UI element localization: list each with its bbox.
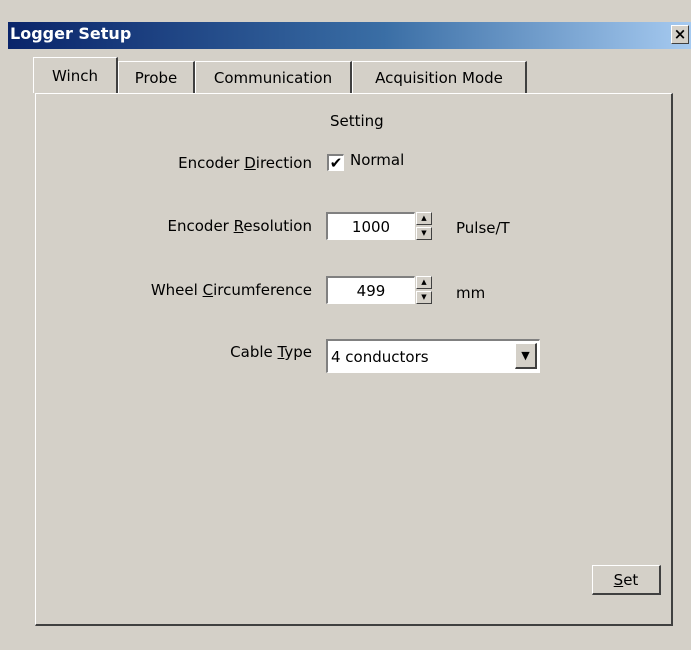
- label-text: Cable: [230, 343, 278, 361]
- encoder-direction-label: Encoder Direction: [100, 154, 312, 172]
- tab-label: Winch: [52, 66, 98, 85]
- accelerator-key: D: [244, 154, 256, 172]
- wheel-circumference-label: Wheel Circumference: [60, 281, 312, 299]
- label-text: irection: [255, 154, 312, 172]
- window-title: Logger Setup: [10, 24, 132, 43]
- wheel-circumference-unit: mm: [456, 284, 486, 302]
- set-button[interactable]: Set: [592, 565, 661, 595]
- section-title: Setting: [330, 112, 384, 130]
- cable-type-label: Cable Type: [100, 343, 312, 361]
- chevron-down-icon: ▼: [521, 349, 530, 362]
- tab-label: Probe: [134, 68, 178, 87]
- tab-winch[interactable]: Winch: [33, 57, 118, 93]
- dropdown-button[interactable]: ▼: [515, 343, 537, 369]
- label-text: Encoder: [167, 217, 234, 235]
- spin-down-icon: ▼: [421, 229, 427, 237]
- cable-type-select[interactable]: 4 conductors ▼: [326, 339, 540, 373]
- tab-probe[interactable]: Probe: [118, 61, 195, 93]
- tab-acquisition-mode[interactable]: Acquisition Mode: [352, 61, 527, 93]
- encoder-resolution-spin-up[interactable]: ▲: [416, 212, 432, 225]
- input-value: 1000: [351, 217, 391, 236]
- label-text: ircumference: [213, 281, 312, 299]
- label-text: ype: [284, 343, 312, 361]
- accelerator-key: S: [613, 570, 624, 589]
- label-text: Wheel: [150, 281, 203, 299]
- tab-communication[interactable]: Communication: [195, 61, 352, 93]
- tab-label: Acquisition Mode: [375, 68, 503, 87]
- close-icon: ×: [673, 25, 687, 43]
- input-value: 499: [356, 281, 386, 300]
- spin-up-icon: ▲: [421, 278, 427, 286]
- close-button[interactable]: ×: [671, 25, 689, 44]
- accelerator-key: C: [202, 281, 214, 299]
- wheel-circumference-spin-up[interactable]: ▲: [416, 276, 432, 289]
- button-label: et: [623, 570, 639, 589]
- wheel-circumference-spin-down[interactable]: ▼: [416, 291, 432, 304]
- spin-up-icon: ▲: [421, 214, 427, 222]
- checkmark-icon: ✔: [329, 153, 343, 172]
- label-text: Encoder: [178, 154, 245, 172]
- accelerator-key: R: [233, 217, 244, 235]
- title-bar[interactable]: Logger Setup ×: [8, 22, 691, 49]
- encoder-resolution-spin-down[interactable]: ▼: [416, 227, 432, 240]
- normal-checkbox-label[interactable]: Normal: [350, 151, 404, 169]
- selected-value: 4 conductors: [331, 348, 429, 366]
- tab-label: Communication: [213, 68, 333, 87]
- encoder-resolution-input[interactable]: 1000: [326, 212, 415, 240]
- spin-down-icon: ▼: [421, 293, 427, 301]
- label-text: esolution: [243, 217, 312, 235]
- encoder-resolution-unit: Pulse/T: [456, 219, 510, 237]
- wheel-circumference-input[interactable]: 499: [326, 276, 415, 304]
- logger-setup-window: Logger Setup × Winch Probe Communication…: [0, 0, 691, 650]
- encoder-direction-checkbox[interactable]: ✔: [327, 154, 344, 171]
- encoder-resolution-label: Encoder Resolution: [100, 217, 312, 235]
